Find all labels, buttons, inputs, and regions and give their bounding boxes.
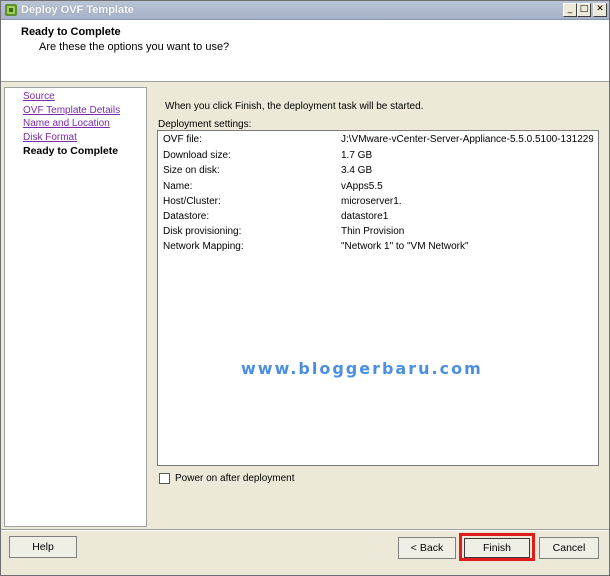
- maximize-button[interactable]: □: [577, 3, 591, 17]
- setting-key: Size on disk:: [163, 165, 220, 176]
- setting-key: Network Mapping:: [163, 241, 244, 252]
- page-subtitle: Are these the options you want to use?: [39, 41, 230, 53]
- setting-value: microserver1.: [341, 196, 402, 207]
- setting-value: "Network 1" to "VM Network": [341, 241, 469, 252]
- settings-row: Size on disk: 3.4 GB: [163, 165, 593, 180]
- deploy-ovf-window: Deploy OVF Template _ □ ✕ Ready to Compl…: [0, 0, 610, 576]
- setting-value: Thin Provision: [341, 226, 405, 237]
- settings-row: Disk provisioning: Thin Provision: [163, 226, 593, 241]
- watermark-text: www.bloggerbaru.com: [241, 359, 483, 378]
- window-title: Deploy OVF Template: [21, 4, 134, 16]
- settings-row: Name: vApps5.5: [163, 181, 593, 196]
- setting-value: datastore1: [341, 211, 389, 222]
- cancel-button[interactable]: Cancel: [539, 537, 599, 559]
- footer-divider: [1, 529, 609, 531]
- intro-text: When you click Finish, the deployment ta…: [165, 101, 424, 112]
- close-button[interactable]: ✕: [593, 3, 607, 17]
- wizard-header: Ready to Complete Are these the options …: [1, 20, 609, 82]
- settings-row: Download size: 1.7 GB: [163, 150, 593, 165]
- finish-button[interactable]: Finish: [464, 538, 530, 558]
- vsphere-app-icon: [5, 4, 17, 16]
- nav-step-ready-to-complete: Ready to Complete: [23, 145, 119, 157]
- setting-value: 3.4 GB: [341, 165, 373, 176]
- nav-step-source[interactable]: Source: [23, 91, 55, 102]
- setting-key: Name:: [163, 181, 193, 192]
- back-button[interactable]: < Back: [398, 537, 456, 559]
- help-button[interactable]: Help: [9, 536, 77, 558]
- setting-key: Host/Cluster:: [163, 196, 221, 207]
- minimize-button[interactable]: _: [563, 3, 577, 17]
- setting-key: Download size:: [163, 150, 231, 161]
- settings-row: OVF file: J:\VMware-vCenter-Server-Appli…: [163, 134, 593, 149]
- settings-row: Host/Cluster: microserver1.: [163, 196, 593, 211]
- setting-key: Datastore:: [163, 211, 210, 222]
- setting-key: OVF file:: [163, 134, 202, 145]
- power-on-label[interactable]: Power on after deployment: [175, 473, 295, 484]
- nav-step-disk-format[interactable]: Disk Format: [23, 132, 77, 143]
- settings-row: Datastore: datastore1: [163, 211, 593, 226]
- setting-value: vApps5.5: [341, 181, 383, 192]
- setting-value: 1.7 GB: [341, 150, 373, 161]
- setting-key: Disk provisioning:: [163, 226, 242, 237]
- page-title: Ready to Complete: [21, 26, 121, 38]
- nav-step-name-and-location[interactable]: Name and Location: [23, 118, 110, 129]
- nav-step-ovf-template-details[interactable]: OVF Template Details: [23, 105, 120, 116]
- setting-value: J:\VMware-vCenter-Server-Appliance-5.5.0…: [341, 134, 593, 145]
- wizard-steps-nav: Source OVF Template Details Name and Loc…: [4, 87, 147, 527]
- power-on-checkbox[interactable]: [159, 473, 170, 484]
- title-bar[interactable]: Deploy OVF Template _ □ ✕: [1, 1, 609, 20]
- deployment-settings-list[interactable]: OVF file: J:\VMware-vCenter-Server-Appli…: [157, 130, 599, 466]
- deployment-settings-label: Deployment settings:: [158, 119, 252, 130]
- settings-row: Network Mapping: "Network 1" to "VM Netw…: [163, 241, 593, 256]
